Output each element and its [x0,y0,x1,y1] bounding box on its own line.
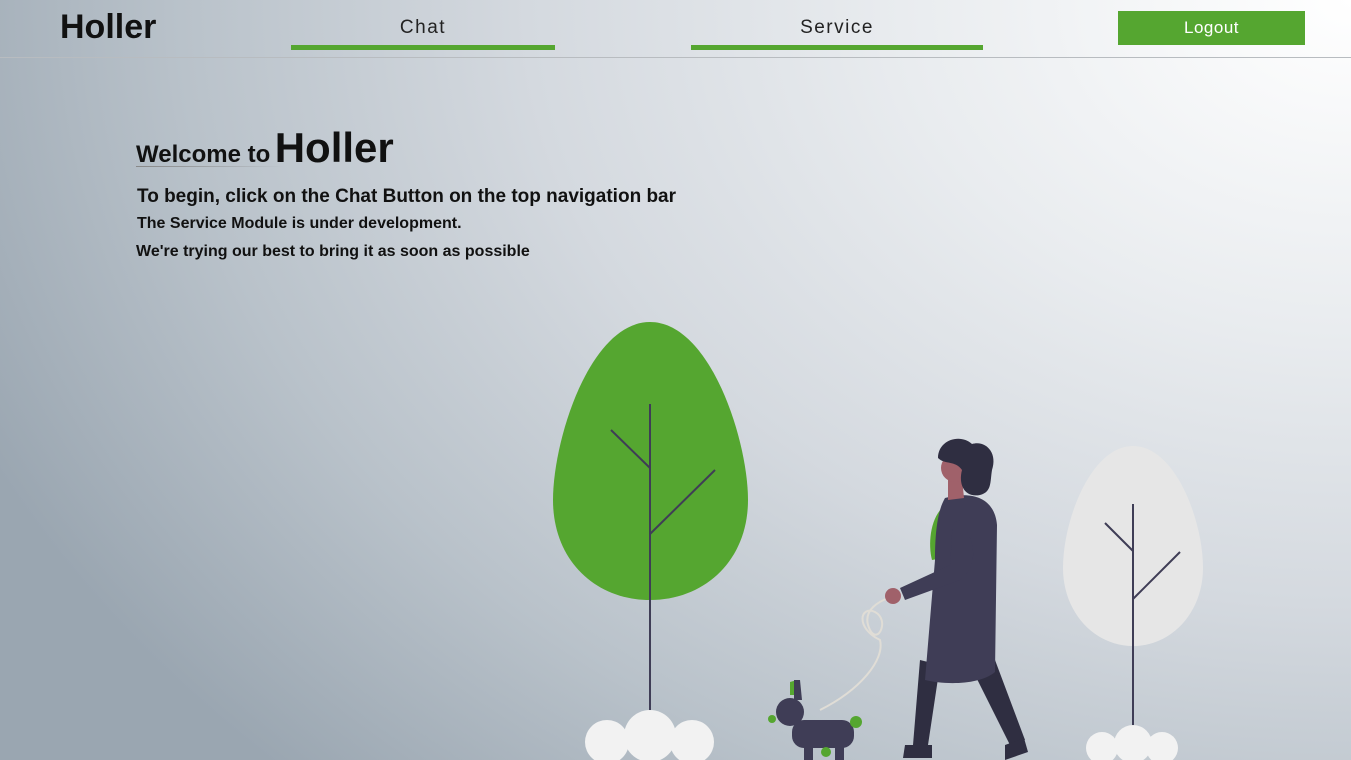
bush-right [1086,725,1178,760]
bush-left [585,710,714,760]
grey-tree [1063,446,1203,730]
woman-figure [885,438,1028,760]
green-tree [553,322,748,712]
walking-dog-illustration [553,322,1203,760]
leash [819,595,896,711]
